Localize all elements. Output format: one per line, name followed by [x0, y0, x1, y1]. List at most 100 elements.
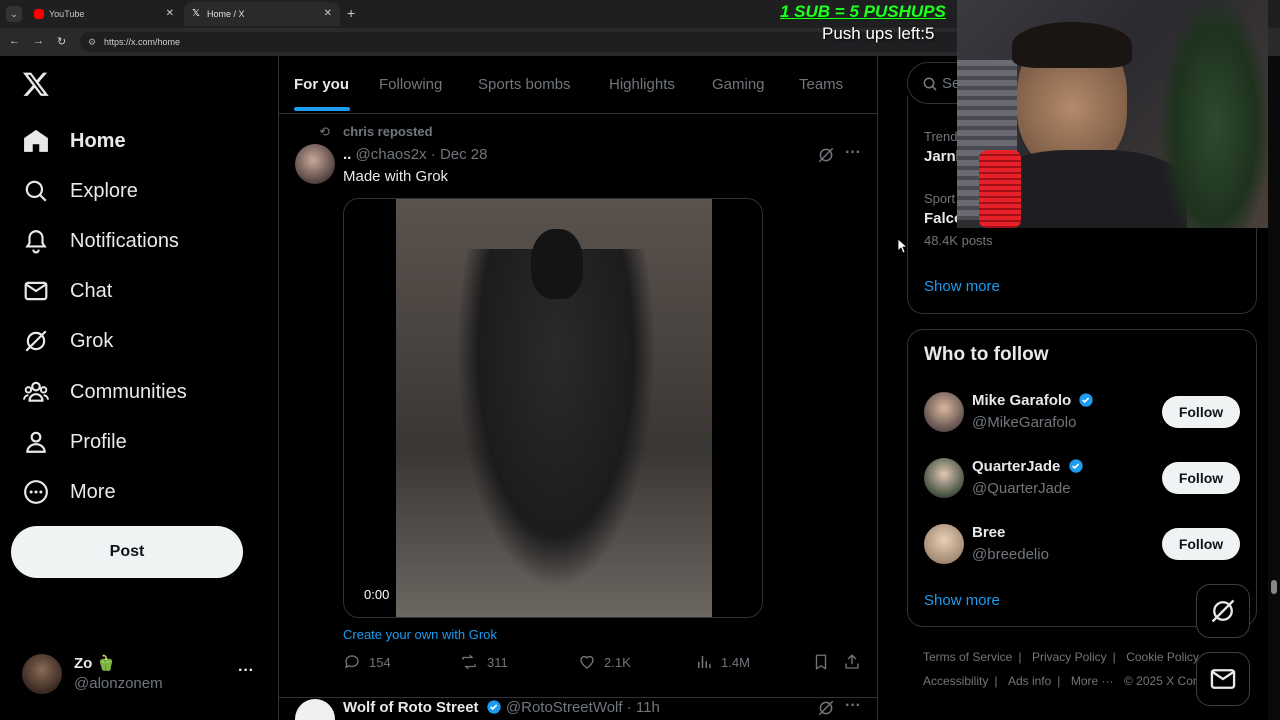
- footer-more-link[interactable]: More ···: [1071, 674, 1114, 688]
- follow-suggestion[interactable]: QuarterJade @QuarterJade Follow: [908, 448, 1256, 510]
- post-header: .. @chaos2x · Dec 28: [343, 146, 488, 163]
- grok-icon[interactable]: [817, 699, 835, 720]
- footer-link[interactable]: Terms of Service: [923, 650, 1012, 664]
- nav-item-more[interactable]: More: [22, 472, 116, 512]
- trends-show-more-link[interactable]: Show more: [924, 278, 1000, 295]
- reply-button[interactable]: 154: [343, 653, 391, 671]
- scrollbar-thumb[interactable]: [1271, 580, 1277, 594]
- avatar[interactable]: [295, 699, 335, 720]
- trend-post-count: 48.4K posts: [924, 233, 993, 248]
- footer-link[interactable]: Privacy Policy: [1032, 650, 1107, 664]
- x-logo-icon[interactable]: [22, 70, 52, 100]
- follow-button[interactable]: Follow: [1162, 462, 1240, 494]
- footer-link[interactable]: Accessibility: [923, 674, 988, 688]
- mail-icon: [1210, 669, 1236, 689]
- messages-float-button[interactable]: [1196, 652, 1250, 706]
- active-tab-indicator: [294, 107, 350, 111]
- url-text: https://x.com/home: [104, 37, 181, 47]
- post-date[interactable]: Dec 28: [440, 146, 488, 163]
- post[interactable]: Wolf of Roto Street @RotoStreetWolf · 11…: [279, 699, 877, 720]
- browser-tab-label: YouTube: [49, 9, 85, 19]
- suggestion-handle: @QuarterJade: [972, 480, 1071, 497]
- author-name[interactable]: Wolf of Roto Street: [343, 699, 479, 716]
- webcam-person-hair: [1012, 22, 1132, 68]
- bookmark-icon[interactable]: [812, 653, 830, 671]
- verified-badge-icon: [1068, 459, 1083, 473]
- repost-icon: [462, 654, 476, 670]
- back-arrow-icon[interactable]: ←: [9, 35, 20, 47]
- reload-icon[interactable]: ↻: [57, 35, 66, 48]
- close-tab-icon[interactable]: ✕: [166, 8, 174, 19]
- follow-suggestion[interactable]: Bree @breedelio Follow: [908, 514, 1256, 576]
- follow-button[interactable]: Follow: [1162, 528, 1240, 560]
- youtube-favicon-icon: [34, 9, 44, 19]
- left-navigation: Home Explore Notifications Chat Grok Com…: [0, 56, 278, 720]
- trend-name[interactable]: Jarnl: [924, 148, 960, 165]
- views-count: 1.4M: [721, 654, 750, 670]
- tab-list-dropdown[interactable]: ⌄: [6, 6, 22, 22]
- close-tab-icon[interactable]: ✕: [324, 8, 332, 19]
- avatar[interactable]: [295, 144, 335, 184]
- author-handle[interactable]: @RotoStreetWolf: [506, 699, 623, 716]
- follow-button[interactable]: Follow: [1162, 396, 1240, 428]
- nav-item-notifications[interactable]: Notifications: [22, 221, 179, 261]
- post[interactable]: ⟲ chris reposted .. @chaos2x · Dec 28 ··…: [279, 118, 877, 698]
- more-options-icon[interactable]: ···: [845, 144, 861, 162]
- grok-create-link[interactable]: Create your own with Grok: [343, 627, 497, 642]
- more-options-icon[interactable]: ···: [845, 699, 861, 715]
- share-icon[interactable]: [843, 653, 861, 671]
- footer-link[interactable]: Cookie Policy: [1126, 650, 1199, 664]
- like-button[interactable]: 2.1K: [578, 653, 631, 671]
- suggestion-name-row: QuarterJade: [972, 458, 1084, 475]
- nav-label: More: [70, 480, 116, 503]
- footer-link[interactable]: Ads info: [1008, 674, 1051, 688]
- site-info-icon[interactable]: ⚙: [88, 32, 96, 52]
- post-text: Made with Grok: [343, 168, 449, 185]
- video-frame[interactable]: [396, 199, 712, 617]
- tab-teams[interactable]: Teams: [799, 76, 843, 93]
- webcam-microphone: [979, 150, 1021, 228]
- author-handle[interactable]: @chaos2x: [356, 146, 427, 163]
- nav-label: Communities: [70, 380, 187, 403]
- repost-button[interactable]: 311: [459, 653, 508, 671]
- avatar: [924, 458, 964, 498]
- trend-category: Trend: [924, 129, 958, 144]
- views-chart-icon: [698, 656, 711, 668]
- copyright-text: © 2025 X Cor: [1124, 674, 1197, 688]
- tab-following[interactable]: Following: [379, 76, 442, 93]
- reply-icon: [344, 655, 359, 669]
- views-button[interactable]: 1.4M: [695, 653, 750, 671]
- author-name[interactable]: ..: [343, 146, 351, 163]
- grok-icon[interactable]: [817, 146, 835, 169]
- who-to-follow-show-more-link[interactable]: Show more: [924, 592, 1000, 609]
- trend-category: Sport: [924, 191, 956, 206]
- tab-sports-bombs[interactable]: Sports bombs: [478, 76, 571, 93]
- page-scrollbar[interactable]: [1268, 56, 1280, 720]
- nav-item-explore[interactable]: Explore: [22, 171, 138, 211]
- follow-suggestion[interactable]: Mike Garafolo @MikeGarafolo Follow: [908, 382, 1256, 444]
- post-button[interactable]: Post: [11, 526, 243, 578]
- tab-highlights[interactable]: Highlights: [609, 76, 675, 93]
- verified-badge-icon: [487, 700, 501, 714]
- nav-item-communities[interactable]: Communities: [22, 372, 187, 412]
- grok-float-button[interactable]: [1196, 584, 1250, 638]
- nav-item-home[interactable]: Home: [22, 121, 126, 161]
- nav-item-chat[interactable]: Chat: [22, 271, 112, 311]
- nav-item-grok[interactable]: Grok: [22, 321, 113, 361]
- forward-arrow-icon[interactable]: →: [33, 35, 44, 47]
- tab-gaming[interactable]: Gaming: [712, 76, 765, 93]
- mail-icon: [22, 277, 50, 305]
- repost-count: 311: [487, 654, 508, 670]
- new-tab-button[interactable]: +: [347, 5, 355, 21]
- account-switcher[interactable]: Zo 🫑 @alonzonem ···: [10, 644, 268, 704]
- suggestion-name: Mike Garafolo: [972, 392, 1072, 409]
- avatar: [924, 392, 964, 432]
- tab-for-you[interactable]: For you: [294, 76, 349, 93]
- video-player[interactable]: 0:00: [343, 198, 763, 618]
- browser-tab-x[interactable]: 𝕏 Home / X ✕: [184, 2, 340, 26]
- account-menu-icon[interactable]: ···: [238, 662, 254, 680]
- post-time[interactable]: 11h: [636, 699, 660, 716]
- nav-item-profile[interactable]: Profile: [22, 422, 127, 462]
- browser-tab-youtube[interactable]: YouTube ✕: [26, 2, 182, 26]
- verified-badge-icon: [1079, 393, 1094, 407]
